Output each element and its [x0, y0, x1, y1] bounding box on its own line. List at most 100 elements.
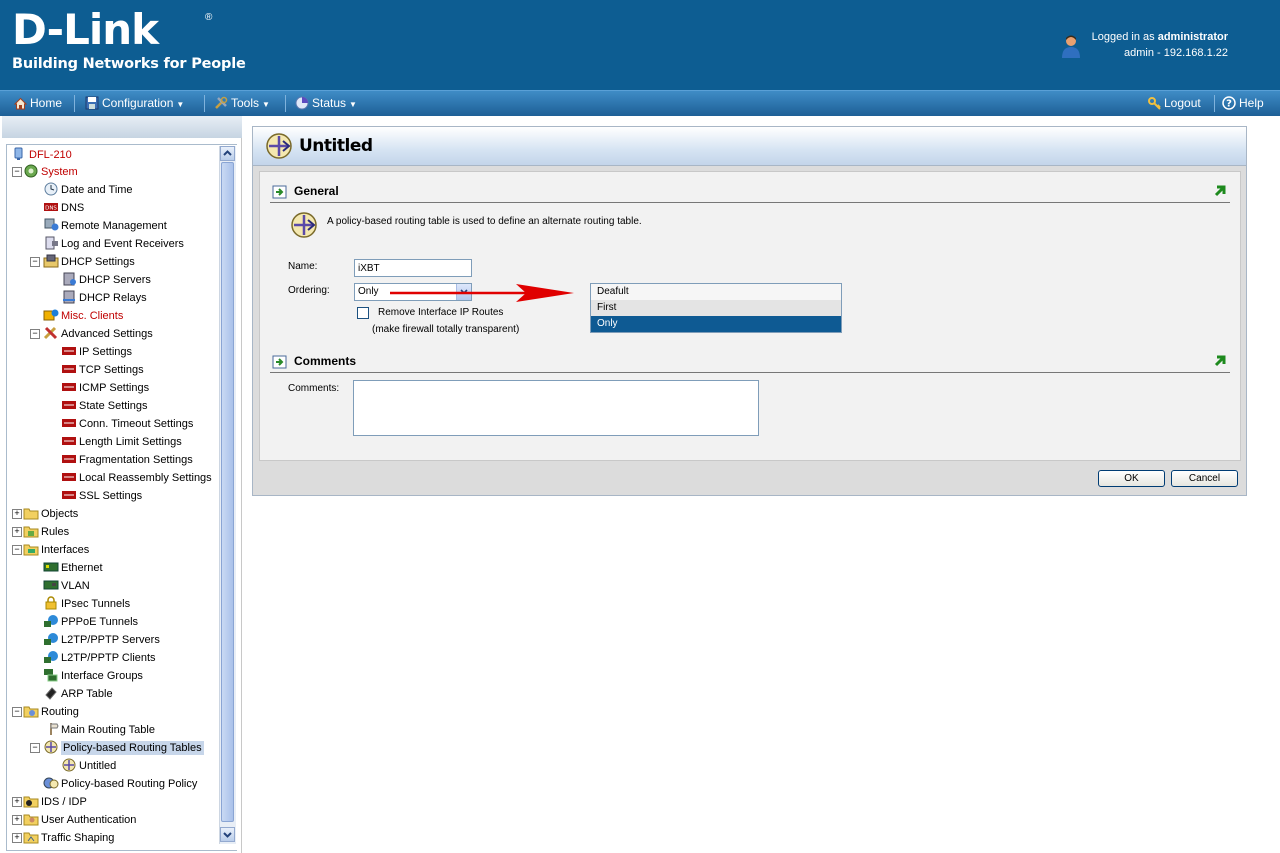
interfaces-folder-icon	[23, 544, 39, 556]
tree-item-routing[interactable]: Routing	[23, 703, 79, 721]
tree-item-state-settings[interactable]: State Settings	[61, 397, 148, 415]
tree-item-interface-groups[interactable]: Interface Groups	[43, 667, 143, 685]
tree-item-rules[interactable]: Rules	[23, 523, 69, 541]
tree-item-ip-settings[interactable]: IP Settings	[61, 343, 132, 361]
tree-item-dhcp-servers[interactable]: DHCP Servers	[61, 271, 151, 289]
collapse-section-icon[interactable]	[1212, 353, 1228, 369]
nav-home[interactable]: Home	[13, 91, 62, 116]
tree-item-remote-management[interactable]: Remote Management	[43, 217, 167, 235]
tree-item-interfaces[interactable]: Interfaces	[23, 541, 89, 559]
scroll-thumb[interactable]	[221, 162, 234, 822]
misc-clients-icon	[43, 309, 59, 321]
logo-tagline: Building Networks for People	[12, 56, 246, 72]
tree-item-ids-idp[interactable]: IDS / IDP	[23, 793, 87, 811]
route-signpost-icon	[50, 723, 59, 735]
tree-item-user-authentication[interactable]: User Authentication	[23, 811, 136, 829]
user-icon	[1062, 35, 1080, 58]
tree-item-conn-timeout[interactable]: Conn. Timeout Settings	[61, 415, 193, 433]
tree-collapse-toggle[interactable]: −	[12, 707, 22, 717]
l2tp-server-icon	[44, 633, 58, 645]
tree-collapse-toggle[interactable]: −	[30, 329, 40, 339]
nav-separator	[285, 95, 286, 112]
tree-item-length-limit[interactable]: Length Limit Settings	[61, 433, 182, 451]
nav-configuration[interactable]: Configuration ▼	[85, 91, 184, 116]
scroll-down-button[interactable]	[220, 827, 235, 842]
tree-item-misc-clients[interactable]: Misc. Clients	[43, 307, 123, 325]
tree-item-ipsec-tunnels[interactable]: IPsec Tunnels	[43, 595, 130, 613]
tree-item-log-receivers[interactable]: Log and Event Receivers	[43, 235, 184, 253]
navigation-panel: DFL-210 − System Date and Time DNS DNS Re…	[0, 116, 242, 853]
remove-routes-checkbox[interactable]	[357, 307, 369, 319]
tree-item-pppoe-tunnels[interactable]: PPPoE Tunnels	[43, 613, 138, 631]
tree-item-ssl-settings[interactable]: SSL Settings	[61, 487, 142, 505]
tree-item-dfl210[interactable]: DFL-210	[11, 146, 72, 164]
tree-expand-toggle[interactable]: +	[12, 833, 22, 843]
general-description: A policy-based routing table is used to …	[327, 216, 642, 227]
tree-item-dhcp-settings[interactable]: DHCP Settings	[43, 253, 135, 271]
status-icon	[295, 96, 309, 110]
tree-item-l2tp-clients[interactable]: L2TP/PPTP Clients	[43, 649, 156, 667]
tree-item-local-reassembly[interactable]: Local Reassembly Settings	[61, 469, 212, 487]
tree-expand-toggle[interactable]: +	[12, 797, 22, 807]
tree-expand-toggle[interactable]: +	[12, 509, 22, 519]
policy-routing-icon	[62, 758, 76, 772]
tree-expand-toggle[interactable]: +	[12, 527, 22, 537]
collapse-section-icon[interactable]	[1212, 183, 1228, 199]
tree-item-arp-table[interactable]: ARP Table	[43, 685, 113, 703]
rules-folder-icon	[23, 526, 39, 538]
tree-item-tcp-settings[interactable]: TCP Settings	[61, 361, 144, 379]
tree-item-policy-routing-policy[interactable]: Policy-based Routing Policy	[43, 775, 197, 793]
tree-item-l2tp-servers[interactable]: L2TP/PPTP Servers	[43, 631, 160, 649]
comments-label: Comments:	[288, 383, 340, 394]
nav-status[interactable]: Status ▼	[295, 91, 357, 116]
tree-scrollbar[interactable]	[219, 146, 236, 844]
tree-item-dns[interactable]: DNS DNS	[43, 199, 84, 217]
nav-separator	[204, 95, 205, 112]
tree-item-date-time[interactable]: Date and Time	[43, 181, 133, 199]
tree-collapse-toggle[interactable]: −	[30, 743, 40, 753]
scroll-up-button[interactable]	[220, 146, 235, 161]
advanced-tools-icon	[43, 326, 58, 340]
ordering-option-default[interactable]: Deafult	[591, 284, 841, 300]
cancel-button[interactable]: Cancel	[1171, 470, 1238, 487]
dhcp-relay-icon	[63, 290, 75, 304]
name-input[interactable]	[354, 259, 472, 277]
ordering-option-only[interactable]: Only	[591, 316, 841, 332]
nav-logout[interactable]: Logout	[1148, 91, 1201, 116]
tree-item-objects[interactable]: Objects	[23, 505, 78, 523]
ordering-options-list: Deafult First Only	[590, 283, 842, 333]
tree-collapse-toggle[interactable]: −	[12, 167, 22, 177]
policy-routing-icon	[44, 740, 58, 754]
dns-icon: DNS	[44, 203, 58, 212]
remote-management-icon	[44, 218, 59, 231]
policy-routing-icon	[266, 133, 292, 159]
tree-item-icmp-settings[interactable]: ICMP Settings	[61, 379, 149, 397]
settings-badge-icon	[62, 419, 76, 427]
tree-item-advanced-settings[interactable]: Advanced Settings	[43, 325, 153, 343]
nav-tools[interactable]: Tools ▼	[214, 91, 270, 116]
ok-button[interactable]: OK	[1098, 470, 1165, 487]
tree-item-main-routing-table[interactable]: Main Routing Table	[43, 721, 155, 739]
nav-separator	[74, 95, 75, 112]
system-gear-icon	[24, 164, 38, 178]
comments-textarea[interactable]	[353, 380, 759, 436]
tree-expand-toggle[interactable]: +	[12, 815, 22, 825]
tree-item-policy-routing-tables[interactable]: Policy-based Routing Tables	[43, 739, 204, 757]
ordering-option-first[interactable]: First	[591, 300, 841, 316]
pppoe-tunnel-icon	[44, 615, 58, 627]
tree-item-untitled[interactable]: Untitled	[61, 757, 116, 775]
user-auth-folder-icon	[23, 814, 39, 826]
tree-item-dhcp-relays[interactable]: DHCP Relays	[61, 289, 147, 307]
nav-help[interactable]: ? Help	[1222, 91, 1264, 116]
tree-item-traffic-shaping[interactable]: Traffic Shaping	[23, 829, 114, 847]
tree-collapse-toggle[interactable]: −	[12, 545, 22, 555]
interface-group-icon	[44, 669, 58, 682]
dialog-title-bar: Untitled	[253, 127, 1246, 166]
arp-chip-icon	[45, 687, 57, 700]
tree-item-ethernet[interactable]: Ethernet	[43, 559, 103, 577]
tree-item-fragmentation[interactable]: Fragmentation Settings	[61, 451, 193, 469]
tree-item-system[interactable]: System	[23, 163, 78, 181]
chevron-up-icon	[223, 150, 232, 156]
tree-collapse-toggle[interactable]: −	[30, 257, 40, 267]
tree-item-vlan[interactable]: VLAN	[43, 577, 90, 595]
